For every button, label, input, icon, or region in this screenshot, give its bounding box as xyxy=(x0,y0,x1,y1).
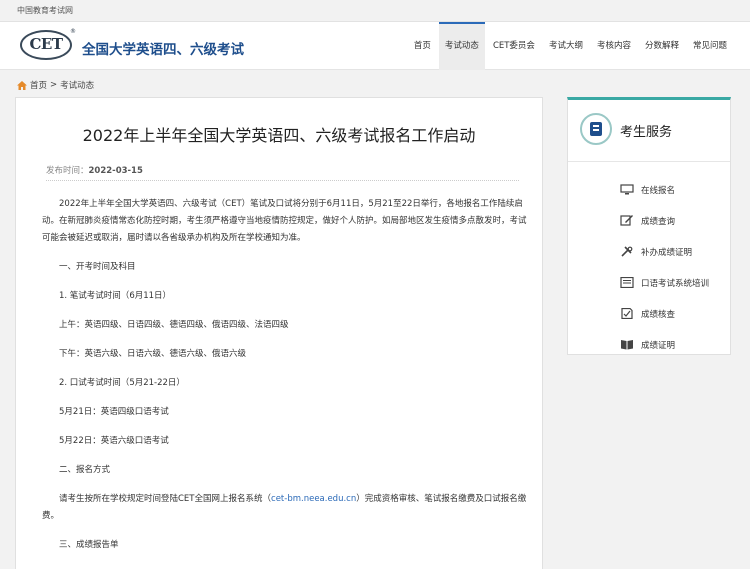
services-title: 考生服务 xyxy=(620,125,673,140)
service-score-query[interactable]: 成绩查询 xyxy=(568,205,730,236)
site-title[interactable]: 全国大学英语四、六级考试 xyxy=(82,38,244,58)
breadcrumb-current[interactable]: 考试动态 xyxy=(60,79,94,91)
service-label: 成绩查询 xyxy=(641,216,676,227)
schedule-afternoon: 下午：英语六级、日语六级、德语六级、俄语六级 xyxy=(59,349,247,359)
service-score-certificate[interactable]: 成绩证明 xyxy=(568,329,730,360)
nav-item-syllabus[interactable]: 考试大纲 xyxy=(543,22,589,70)
header: CET ® 全国大学英语四、六级考试 首页 考试动态 CET委员会 考试大纲 考… xyxy=(0,22,750,70)
schedule-morning: 上午：英语四级、日语四级、德语四级、俄语四级、法语四级 xyxy=(59,320,289,330)
nav-item-home[interactable]: 首页 xyxy=(408,22,437,70)
check-doc-icon xyxy=(621,308,633,319)
subsection-heading: 1. 笔试考试时间（6月11日） xyxy=(59,291,172,301)
section-heading: 三、成绩报告单 xyxy=(59,540,119,550)
monitor-icon xyxy=(620,184,634,195)
subsection-heading: 2. 口试考试时间（5月21-22日） xyxy=(59,378,185,388)
publish-date-label: 发布时间： xyxy=(46,166,89,176)
service-reissue-certificate[interactable]: 补办成绩证明 xyxy=(568,236,730,267)
title-divider xyxy=(46,180,519,181)
logo-registered-mark: ® xyxy=(70,28,76,35)
home-icon xyxy=(17,80,27,90)
top-site-name[interactable]: 中国教育考试网 xyxy=(17,5,73,16)
breadcrumb: 首页 > 考试动态 xyxy=(17,79,94,91)
services-icon xyxy=(580,113,612,145)
edit-icon xyxy=(620,215,633,226)
cet-logo[interactable]: CET ® xyxy=(20,28,76,60)
nav-item-committee[interactable]: CET委员会 xyxy=(487,22,541,70)
screen-icon xyxy=(620,277,634,288)
tools-icon xyxy=(621,246,633,257)
service-label: 口语考试系统培训 xyxy=(641,278,710,289)
article-panel: 2022年上半年全国大学英语四、六级考试报名工作启动 发布时间：2022-03-… xyxy=(15,97,543,569)
service-label: 补办成绩证明 xyxy=(641,247,693,258)
book-icon xyxy=(621,340,633,350)
service-oral-training[interactable]: 口语考试系统培训 xyxy=(568,267,730,298)
section-heading: 二、报名方式 xyxy=(59,465,111,475)
breadcrumb-separator: > xyxy=(50,80,58,90)
service-label: 成绩核查 xyxy=(641,309,676,320)
service-score-review[interactable]: 成绩核查 xyxy=(568,298,730,329)
nav-item-exam-news[interactable]: 考试动态 xyxy=(438,22,485,70)
article-intro: 2022年上半年全国大学英语四、六级考试（CET）笔试及口试将分别于6月11日，… xyxy=(42,199,527,243)
main-nav: 首页 考试动态 CET委员会 考试大纲 考核内容 分数解释 常见问题 xyxy=(407,22,734,70)
article-title: 2022年上半年全国大学英语四、六级考试报名工作启动 xyxy=(82,126,476,145)
candidate-services-panel: 考生服务 在线报名 成绩查询 补办成绩证明 口语考试系统培训 成绩核查 成绩证明 xyxy=(567,97,731,355)
publish-date-value: 2022-03-15 xyxy=(88,166,143,176)
service-label: 在线报名 xyxy=(641,185,676,196)
article-body: 2022年上半年全国大学英语四、六级考试（CET）笔试及口试将分别于6月11日，… xyxy=(42,196,532,566)
services-header: 考生服务 xyxy=(568,100,730,162)
oral-day-1: 5月21日：英语四级口语考试 xyxy=(59,407,169,417)
oral-day-2: 5月22日：英语六级口语考试 xyxy=(59,436,169,446)
registration-paragraph: 请考生按所在学校规定时间登陆CET全国网上报名系统（cet-bm.neea.ed… xyxy=(42,491,532,525)
logo-text: CET xyxy=(29,35,63,53)
service-label: 成绩证明 xyxy=(641,340,676,351)
nav-item-faq[interactable]: 常见问题 xyxy=(687,22,733,70)
section-heading: 一、开考时间及科目 xyxy=(59,262,136,272)
services-list: 在线报名 成绩查询 补办成绩证明 口语考试系统培训 成绩核查 成绩证明 xyxy=(568,174,730,360)
service-online-registration[interactable]: 在线报名 xyxy=(568,174,730,205)
registration-text-pre: 请考生按所在学校规定时间登陆CET全国网上报名系统（ xyxy=(59,494,272,504)
top-bar: 中国教育考试网 xyxy=(0,0,750,22)
nav-item-content[interactable]: 考核内容 xyxy=(591,22,637,70)
registration-link[interactable]: cet-bm.neea.edu.cn xyxy=(271,494,356,504)
publish-date: 发布时间：2022-03-15 xyxy=(46,164,143,176)
breadcrumb-home[interactable]: 首页 xyxy=(30,79,47,91)
nav-item-score[interactable]: 分数解释 xyxy=(639,22,685,70)
